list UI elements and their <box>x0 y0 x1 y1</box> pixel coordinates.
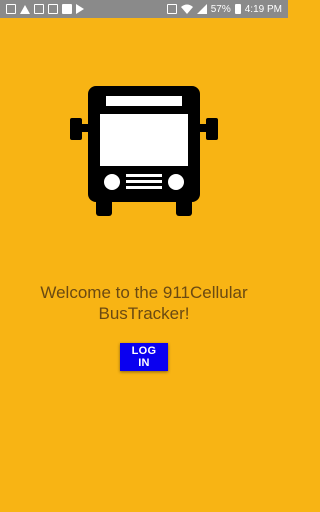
play-store-icon <box>76 4 84 14</box>
drive-icon <box>20 4 30 14</box>
flipboard-icon <box>62 4 72 14</box>
clock: 4:19 PM <box>244 3 282 15</box>
battery-icon <box>234 4 241 14</box>
bus-icon <box>68 84 220 218</box>
wifi-icon <box>180 4 193 14</box>
nfc-icon <box>166 4 177 14</box>
image-icon <box>48 4 58 14</box>
welcome-message: Welcome to the 911Cellular BusTracker! <box>0 282 288 324</box>
mail-icon <box>6 4 16 14</box>
battery-percent: 57% <box>210 3 231 15</box>
welcome-line-2: BusTracker! <box>98 304 190 323</box>
system-icons: 57% 4:19 PM <box>166 3 282 15</box>
notification-icons <box>6 4 84 14</box>
gallery-icon <box>34 4 44 14</box>
welcome-line-1: Welcome to the 911Cellular <box>40 283 248 302</box>
status-bar: 57% 4:19 PM <box>0 0 288 18</box>
login-button[interactable]: LOG IN <box>120 343 168 371</box>
signal-icon <box>196 4 207 14</box>
